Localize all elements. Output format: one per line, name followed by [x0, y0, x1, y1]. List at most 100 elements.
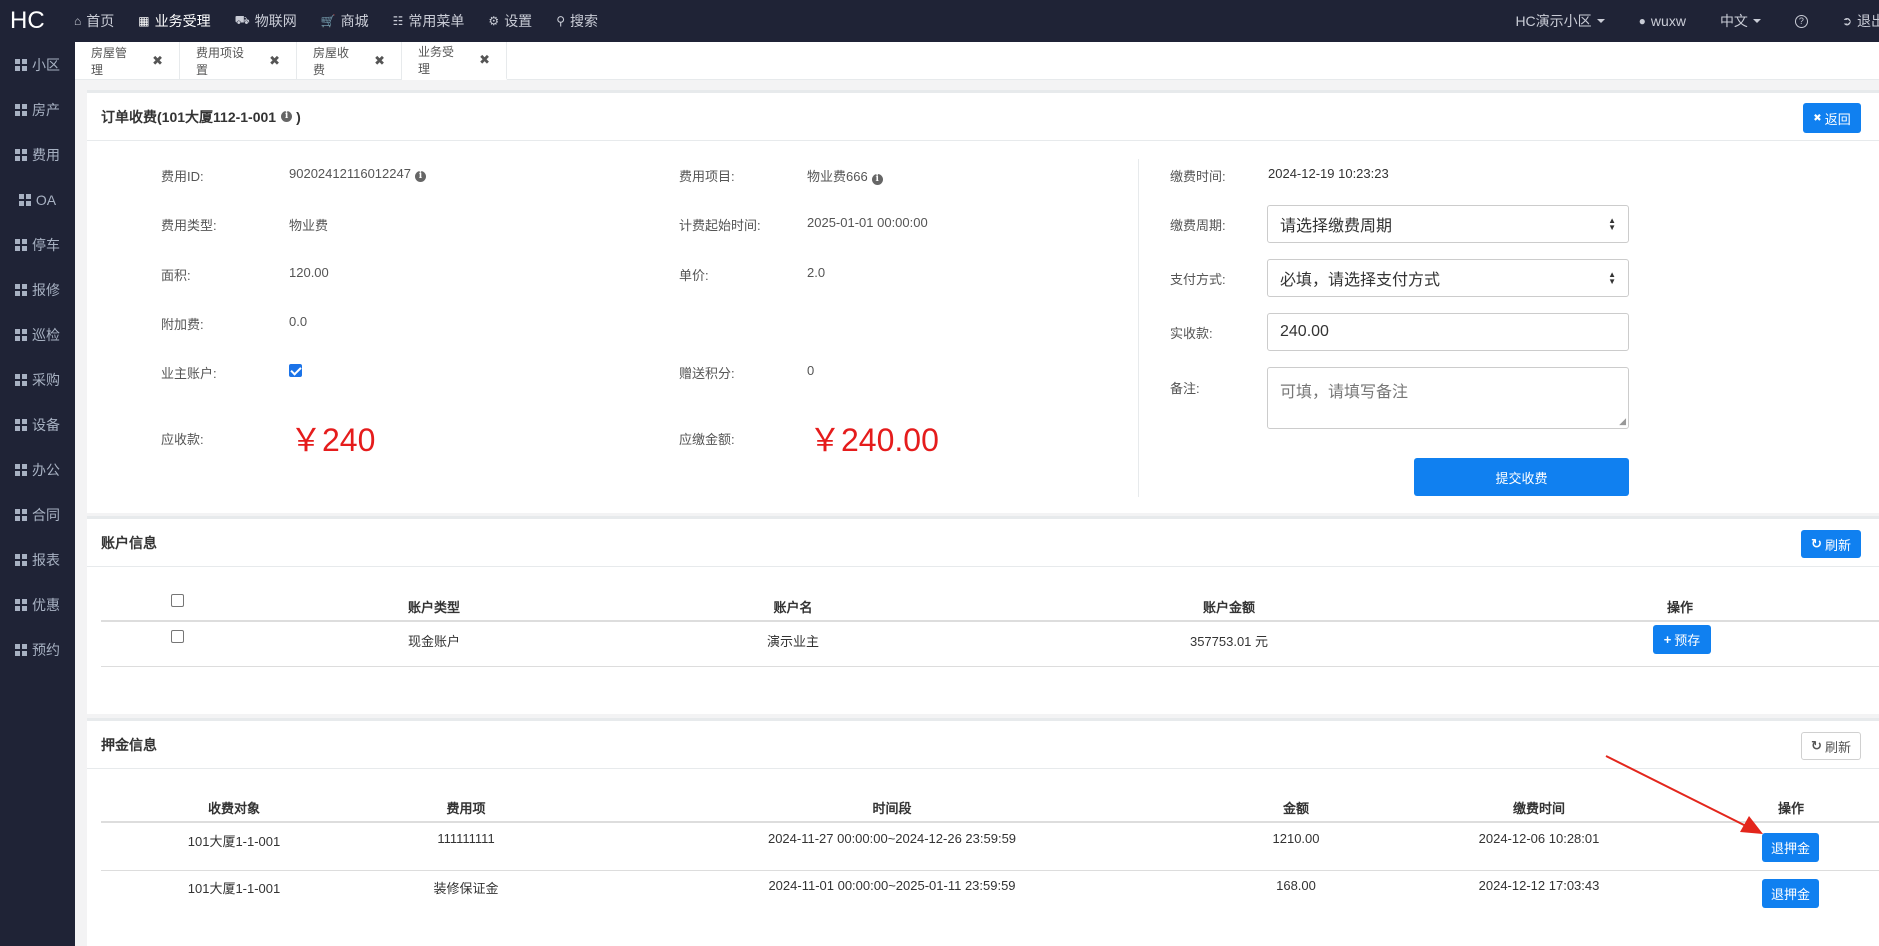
nav-common-menu[interactable]: ☷ 常用菜单	[393, 11, 465, 31]
nav-label: 设置	[504, 13, 533, 29]
tab-fee-item-settings[interactable]: 费用项设置 ✖	[180, 42, 297, 80]
cycle-label: 缴费周期:	[1170, 218, 1226, 233]
account-info-panel: 账户信息 ↻ 刷新 账户类型 账户名 账户金额 操作 现金账户 演示业主 3577…	[87, 516, 1879, 714]
back-button[interactable]: ✖ 返回	[1803, 103, 1861, 133]
area-label: 面积:	[161, 268, 191, 283]
sidebar-item[interactable]: 设备	[0, 402, 75, 447]
nav-label: 常用菜单	[408, 13, 465, 29]
nav-iot[interactable]: ⛟ 物联网	[235, 11, 297, 31]
row-divider	[101, 870, 1879, 871]
tab-house-management[interactable]: 房屋管理 ✖	[75, 42, 180, 80]
close-icon[interactable]: ✖	[269, 53, 280, 69]
unit-price-label: 单价:	[679, 268, 709, 283]
sidebar-item[interactable]: 办公	[0, 447, 75, 492]
sidebar-item[interactable]: 小区	[0, 42, 75, 87]
logo: HC	[10, 7, 45, 34]
prestore-button[interactable]: + 预存	[1653, 625, 1711, 654]
row-checkbox[interactable]	[171, 630, 184, 643]
fee-item-cell: 111111111	[437, 831, 495, 846]
tab-label: 业务受理	[418, 45, 455, 76]
nav-label: 物联网	[254, 13, 297, 29]
grid-icon	[15, 463, 27, 476]
area-value: 120.00	[289, 265, 329, 280]
deposit-refresh-button[interactable]: ↻ 刷新	[1801, 732, 1861, 760]
refund-deposit-button[interactable]: 退押金	[1762, 833, 1819, 862]
nav-settings[interactable]: ⚙ 设置	[488, 11, 532, 31]
col-account-action: 操作	[1666, 600, 1694, 615]
sidebar-item[interactable]: 费用	[0, 132, 75, 177]
select-all-checkbox[interactable]	[171, 594, 184, 607]
refund-label: 退押金	[1770, 841, 1810, 856]
account-amount-cell: 357753.01 元	[1189, 634, 1269, 649]
sidebar-item-label: 报表	[32, 551, 60, 568]
logout-button[interactable]: ➲ 退出	[1842, 11, 1879, 31]
pay-method-select[interactable]: 必填，请选择支付方式 ▲ ▼	[1267, 259, 1629, 297]
textarea-placeholder: 可填，请填写备注	[1280, 384, 1409, 401]
period-cell: 2024-11-27 00:00:00~2024-12-26 23:59:59	[767, 831, 1017, 846]
sidebar-item-label: 巡检	[32, 326, 60, 343]
sidebar-item[interactable]: 合同	[0, 492, 75, 537]
tab-house-charge[interactable]: 房屋收费 ✖	[297, 42, 402, 80]
sidebar-item[interactable]: 停车	[0, 222, 75, 267]
grid-icon	[15, 553, 27, 566]
sidebar-item[interactable]: 房产	[0, 87, 75, 132]
sidebar-item[interactable]: 采购	[0, 357, 75, 402]
sidebar: 小区 房产 费用 OA 停车报修巡检采购设备办公 合同报表优惠 预约	[0, 42, 75, 946]
sidebar-item-label: 设备	[32, 416, 60, 433]
col-action: 操作	[1777, 801, 1805, 816]
refund-deposit-button[interactable]: 退押金	[1762, 879, 1819, 908]
account-name-cell: 演示业主	[766, 634, 820, 649]
start-time-value: 2025-01-01 00:00:00	[807, 215, 928, 230]
pay-cycle-select[interactable]: 请选择缴费周期 ▲ ▼	[1267, 205, 1629, 243]
nav-home[interactable]: ⌂ 首页	[74, 11, 114, 31]
close-icon[interactable]: ✖	[374, 53, 385, 69]
language-dropdown[interactable]: 中文	[1720, 11, 1761, 31]
close-icon[interactable]: ✖	[479, 52, 490, 68]
grid-icon	[15, 238, 27, 251]
remark-textarea[interactable]: 可填，请填写备注 ◢	[1267, 367, 1629, 429]
sidebar-item[interactable]: 预约	[0, 627, 75, 672]
tab-label: 房屋管理	[91, 46, 128, 77]
info-icon[interactable]: i	[414, 171, 426, 182]
sidebar-item[interactable]: 巡检	[0, 312, 75, 357]
user-menu[interactable]: ● wuxw	[1639, 13, 1686, 29]
sidebar-item[interactable]: OA	[0, 177, 75, 222]
sidebar-item[interactable]: 报修	[0, 267, 75, 312]
nav-search[interactable]: ⚲ 搜索	[556, 11, 598, 31]
extra-fee-label: 附加费:	[161, 317, 204, 332]
sidebar-item[interactable]: 报表	[0, 537, 75, 582]
submit-label: 提交收费	[1495, 470, 1548, 486]
order-title-end: )	[296, 108, 301, 125]
sidebar-item-label: 报修	[32, 281, 60, 298]
tab-business[interactable]: 业务受理 ✖	[402, 42, 507, 80]
community-dropdown[interactable]: HC演示小区	[1515, 11, 1605, 31]
grid-icon	[15, 373, 27, 386]
help-button[interactable]: ?	[1794, 14, 1808, 28]
account-refresh-button[interactable]: ↻ 刷新	[1801, 530, 1861, 558]
sidebar-item-label: 采购	[32, 371, 60, 388]
info-icon[interactable]: i	[871, 174, 883, 185]
top-navbar: HC ⌂ 首页 ▦ 业务受理 ⛟ 物联网 🛒 商城 ☷ 常用菜单 ⚙ 设置 ⚲ 搜索 HC演示…	[0, 0, 1879, 42]
refund-label: 退押金	[1770, 887, 1810, 902]
back-label: 返回	[1824, 111, 1851, 127]
owner-account-checkbox[interactable]	[289, 364, 302, 377]
col-fee-item: 费用项	[446, 801, 486, 816]
fee-id-text: 90202412116012247	[289, 166, 411, 181]
start-time-label: 计费起始时间:	[679, 218, 761, 233]
submit-charge-button[interactable]: 提交收费	[1414, 458, 1629, 496]
received-amount-input[interactable]: 240.00	[1267, 313, 1629, 351]
user-name: wuxw	[1650, 13, 1686, 29]
grid-icon	[15, 283, 27, 296]
grid-icon	[15, 643, 27, 656]
refresh-label: 刷新	[1824, 739, 1851, 755]
payable-label: 应缴金额:	[679, 432, 735, 447]
info-icon[interactable]: i	[281, 111, 293, 122]
close-icon[interactable]: ✖	[152, 53, 163, 69]
resize-handle-icon[interactable]: ◢	[1619, 416, 1626, 427]
receivable-label: 应收款:	[161, 432, 204, 447]
nav-business[interactable]: ▦ 业务受理	[138, 11, 210, 31]
sidebar-item[interactable]: 优惠	[0, 582, 75, 627]
pay-time-cell: 2024-12-12 17:03:43	[1478, 878, 1600, 893]
community-name: HC演示小区	[1515, 13, 1592, 29]
nav-mall[interactable]: 🛒 商城	[321, 11, 369, 31]
